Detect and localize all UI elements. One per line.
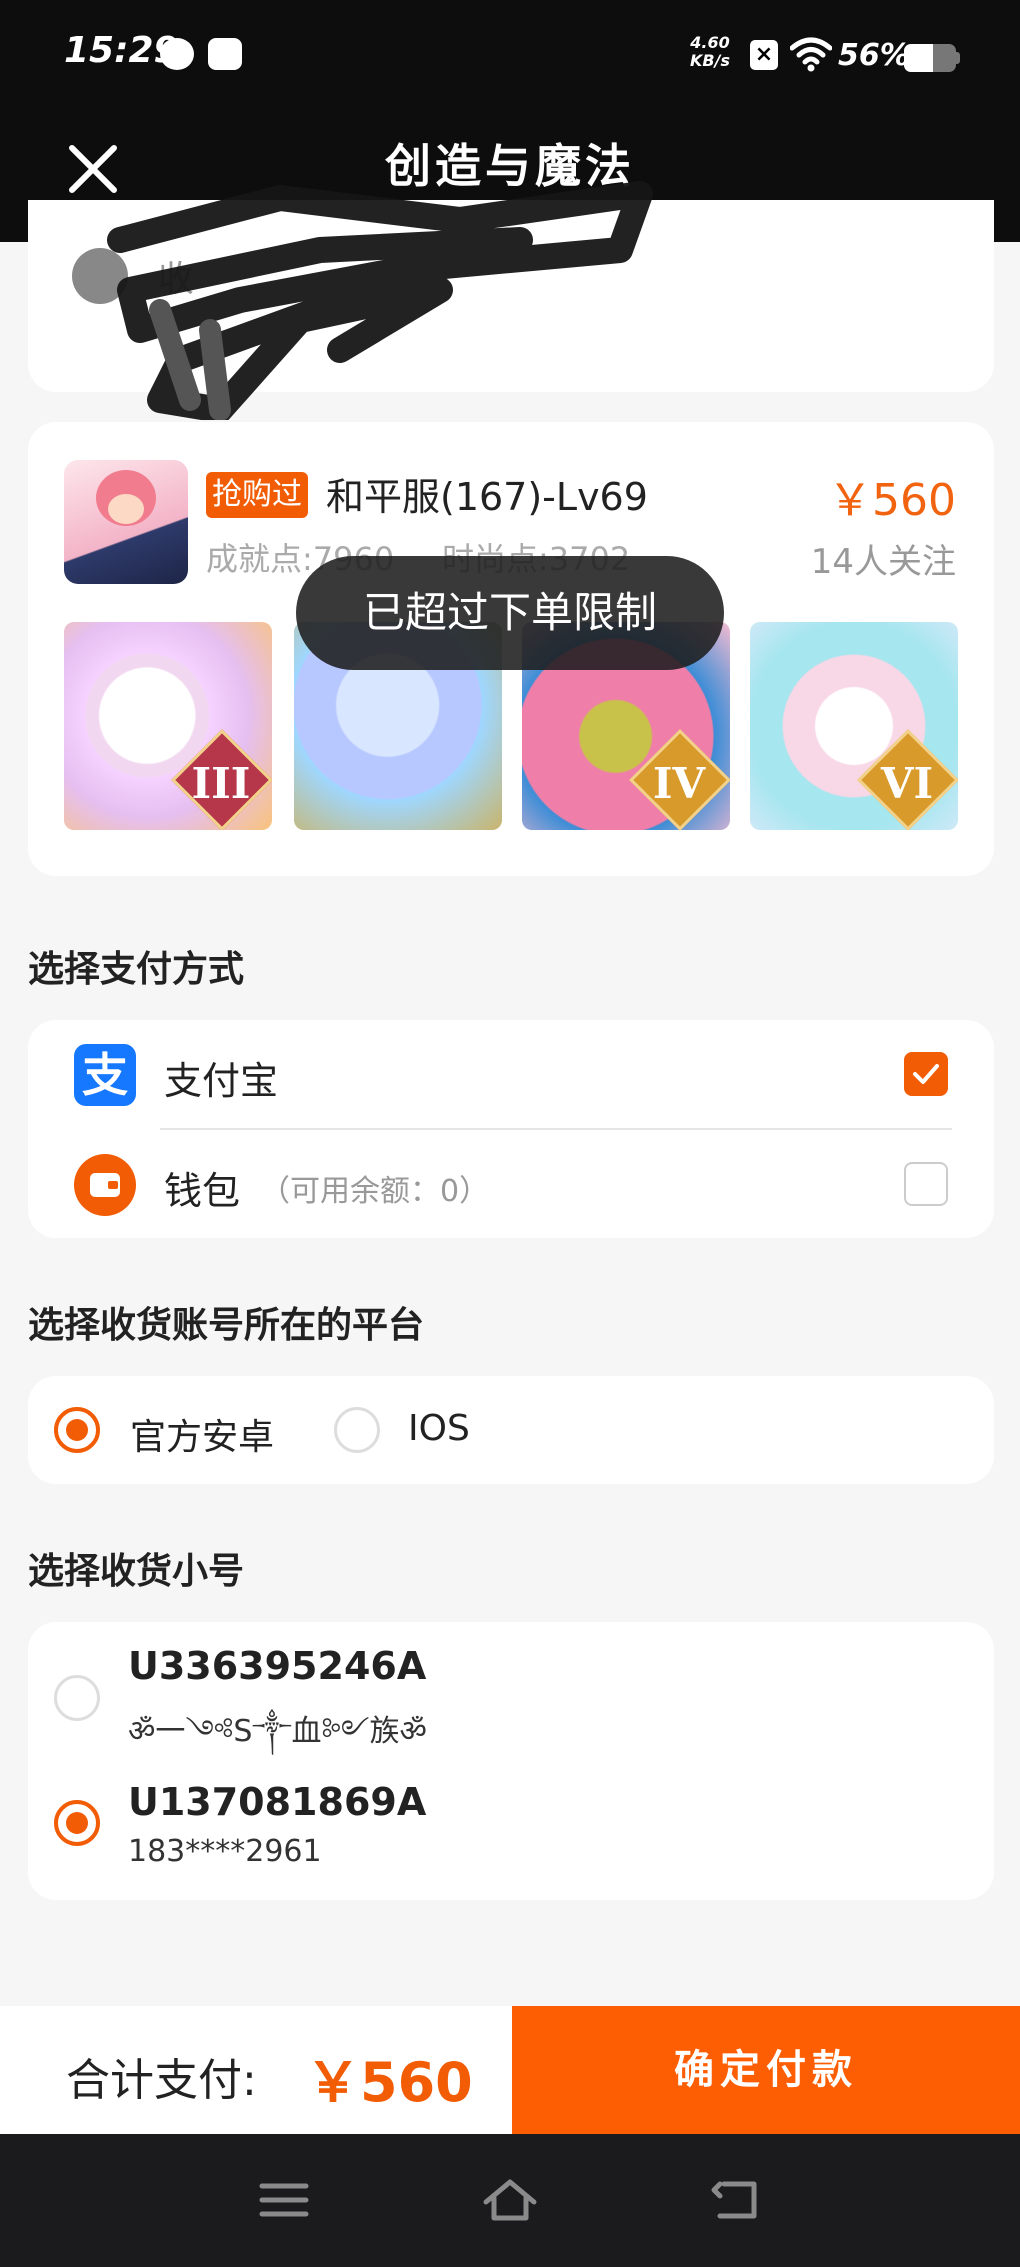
- confirm-payment-button[interactable]: 确定付款: [512, 2006, 1020, 2134]
- net-speed-value: 4.60: [690, 33, 730, 52]
- total-label: 合计支付:: [66, 2055, 257, 2106]
- platform-ios-label[interactable]: IOS: [408, 1408, 470, 1449]
- product-name: 和平服(167)-Lv69: [326, 475, 648, 519]
- check-icon: [913, 1064, 939, 1084]
- pet-thumbnail[interactable]: III: [64, 622, 272, 830]
- payment-option-wallet[interactable]: 钱包 （可用余额：0）: [28, 1130, 994, 1238]
- payment-options-card: 支 支付宝 钱包 （可用余额：0）: [28, 1020, 994, 1238]
- back-icon[interactable]: [706, 2174, 766, 2226]
- radio-account-2-selected[interactable]: [54, 1800, 100, 1846]
- payment-option-alipay[interactable]: 支 支付宝: [28, 1020, 994, 1128]
- pet-thumbnail[interactable]: VI: [750, 622, 958, 830]
- battery-percent: 56%: [838, 38, 910, 73]
- battery-tip: [956, 52, 960, 64]
- payment-label: 支付宝: [164, 1059, 279, 1103]
- total-amount: ￥560: [306, 2051, 473, 2114]
- character-avatar: [64, 460, 188, 584]
- radio-ios[interactable]: [334, 1407, 380, 1453]
- checkbox-unchecked[interactable]: [904, 1162, 948, 1206]
- battery-icon: [904, 44, 956, 72]
- platform-section-title: 选择收货账号所在的平台: [28, 1305, 425, 1346]
- menu-icon[interactable]: [254, 2174, 314, 2226]
- network-speed: 4.60 KB/s: [690, 34, 730, 70]
- product-price: ￥560: [828, 475, 956, 526]
- status-bar: 15:29 4.60 KB/s × 56%: [0, 0, 1020, 110]
- followers-count: 14人关注: [810, 542, 956, 582]
- payment-section-title: 选择支付方式: [28, 949, 245, 990]
- account-nickname: ॐ一༺S༒血༻族ॐ: [128, 1714, 427, 1749]
- checkout-bar: 合计支付: ￥560 确定付款: [0, 2006, 1020, 2134]
- home-icon[interactable]: [480, 2174, 540, 2226]
- limit-toast: 已超过下单限制: [296, 556, 724, 670]
- tiktok-icon: [208, 38, 242, 70]
- wifi-icon: [790, 37, 832, 72]
- payment-label: 钱包: [164, 1169, 241, 1213]
- wallet-balance-note: （可用余额：0）: [260, 1174, 490, 1209]
- system-nav-bar: [0, 2134, 1020, 2267]
- platform-options-card: 官方安卓 IOS: [28, 1376, 994, 1484]
- account-id[interactable]: U336395246A: [128, 1644, 426, 1688]
- account-section-title: 选择收货小号: [28, 1551, 245, 1592]
- tier-badge-text: IV: [652, 759, 706, 808]
- account-id[interactable]: U137081869A: [128, 1780, 426, 1824]
- account-phone: 183****2961: [128, 1834, 322, 1869]
- purchased-tag: 抢购过: [206, 472, 308, 518]
- radio-android-selected[interactable]: [54, 1407, 100, 1453]
- radio-account-1[interactable]: [54, 1675, 100, 1721]
- notification-icon: [160, 38, 194, 70]
- no-sim-icon: ×: [750, 40, 778, 70]
- redaction-scribble: [107, 181, 653, 420]
- net-speed-unit: KB/s: [690, 51, 730, 70]
- account-options-card: U336395246A ॐ一༺S༒血༻族ॐ U137081869A 183***…: [28, 1622, 994, 1900]
- checkbox-checked[interactable]: [904, 1052, 948, 1096]
- alipay-icon: 支: [74, 1044, 136, 1106]
- tier-badge-text: III: [191, 759, 251, 808]
- tier-badge-text: VI: [880, 759, 934, 808]
- wallet-icon: [74, 1154, 136, 1216]
- platform-android-label[interactable]: 官方安卓: [130, 1408, 274, 1460]
